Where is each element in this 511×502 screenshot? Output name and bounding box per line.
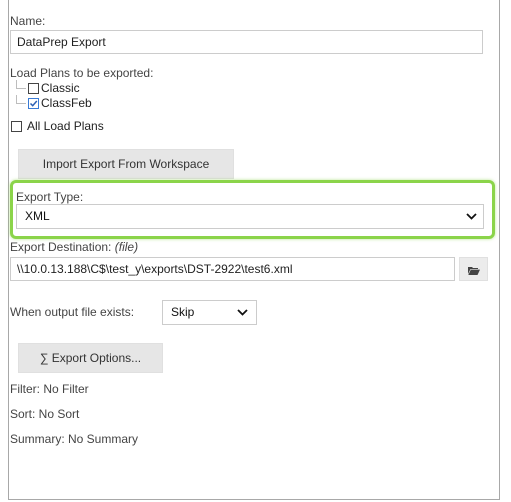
browse-button[interactable] — [459, 257, 488, 281]
export-type-label: Export Type: — [16, 190, 84, 204]
name-input[interactable]: DataPrep Export — [10, 30, 483, 54]
export-destination-label: Export Destination: (file) — [10, 240, 139, 254]
when-exists-label: When output file exists: — [10, 305, 135, 319]
chevron-down-icon — [466, 213, 477, 220]
name-label: Name: — [10, 14, 46, 28]
all-load-plans-label: All Load Plans — [27, 119, 104, 133]
export-type-value: XML — [25, 209, 50, 223]
summary-text: Summary: No Summary — [10, 432, 139, 446]
when-exists-value: Skip — [171, 305, 195, 319]
tree-connector — [16, 95, 26, 104]
chevron-down-icon — [237, 309, 248, 316]
tree-connector — [16, 80, 26, 89]
folder-open-icon — [468, 267, 480, 275]
export-options-button[interactable]: ∑ Export Options... — [18, 343, 163, 373]
load-plan-classfeb-label: ClassFeb — [41, 96, 92, 110]
export-destination-hint: (file) — [114, 240, 139, 254]
checkmark-icon — [29, 100, 38, 107]
filter-text: Filter: No Filter — [10, 382, 89, 396]
import-export-button[interactable]: Import Export From Workspace — [18, 149, 234, 179]
load-plan-classfeb-checkbox[interactable] — [28, 98, 39, 109]
load-plan-classic-label: Classic — [41, 81, 80, 95]
all-load-plans-checkbox[interactable] — [11, 121, 22, 132]
load-plans-label: Load Plans to be exported: — [10, 66, 154, 80]
export-type-select[interactable]: XML — [16, 204, 484, 229]
export-destination-input[interactable]: \\10.0.13.188\C$\test_y\exports\DST-2922… — [10, 257, 455, 281]
when-exists-select[interactable]: Skip — [162, 300, 257, 325]
sort-text: Sort: No Sort — [10, 407, 80, 421]
load-plan-classic-checkbox[interactable] — [28, 83, 39, 94]
